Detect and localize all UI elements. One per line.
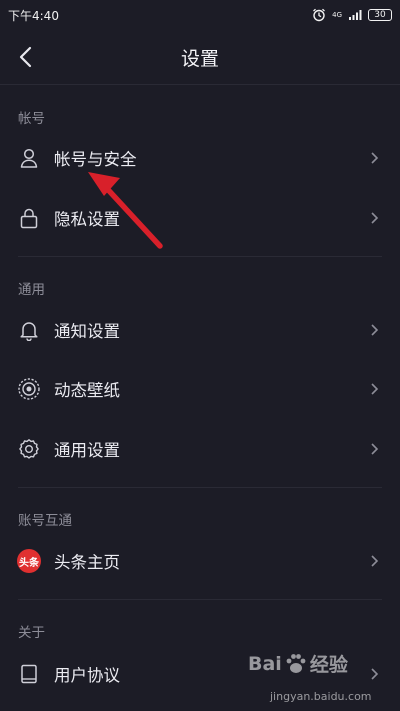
page-title: 设置 [180,47,219,70]
section-divider [18,487,382,488]
settings-item-label: 隐私设置 [54,210,120,229]
section-divider [18,599,382,600]
settings-item-toutiao-homepage[interactable]: 头条 头条主页 [0,532,400,590]
status-icons: 4G 30 [312,8,392,22]
network-type: 4G [332,10,342,19]
settings-item-label: 动态壁纸 [54,381,120,400]
signal-icon [349,10,362,20]
lock-icon [17,206,41,230]
bell-icon [17,318,41,342]
section-divider [18,256,382,257]
settings-item-label: 帐号与安全 [54,150,137,169]
paw-icon [286,653,306,673]
chevron-right-icon [371,383,379,395]
watermark-url: jingyan.baidu.com [270,690,372,703]
toutiao-logo-icon: 头条 [17,549,41,573]
settings-item-privacy[interactable]: 隐私设置 [0,189,400,247]
title-bar: 设置 [0,30,400,85]
gear-icon [17,437,41,461]
battery-icon: 30 [368,9,392,21]
toutiao-logo-text: 头条 [17,549,41,573]
watermark-brand-a: Bai [248,652,282,675]
section-title-linked-accounts: 账号互通 [18,513,72,529]
wallpaper-icon [17,377,41,401]
book-icon [17,662,41,686]
status-bar: 下午4:40 4G 30 [0,0,400,30]
alarm-icon [313,8,326,22]
settings-item-notifications[interactable]: 通知设置 [0,301,400,359]
settings-item-general[interactable]: 通用设置 [0,420,400,478]
settings-item-label: 通知设置 [54,322,120,341]
settings-item-label: 用户协议 [54,666,120,685]
baidu-jingyan-watermark: Bai 经验 jingyan.baidu.com [248,650,398,708]
back-arrow-icon[interactable] [14,42,40,72]
section-title-general: 通用 [18,282,45,298]
person-icon [17,146,41,170]
section-title-account: 帐号 [18,111,45,127]
settings-item-live-wallpaper[interactable]: 动态壁纸 [0,360,400,418]
chevron-right-icon [371,152,379,164]
chevron-right-icon [371,555,379,567]
settings-item-label: 头条主页 [54,553,120,572]
status-time: 下午4:40 [8,8,59,23]
settings-item-label: 通用设置 [54,441,120,460]
chevron-right-icon [371,324,379,336]
settings-item-account-security[interactable]: 帐号与安全 [0,129,400,187]
watermark-brand-b: 经验 [309,654,348,676]
chevron-right-icon [371,443,379,455]
section-title-about: 关于 [18,625,45,641]
chevron-right-icon [371,212,379,224]
